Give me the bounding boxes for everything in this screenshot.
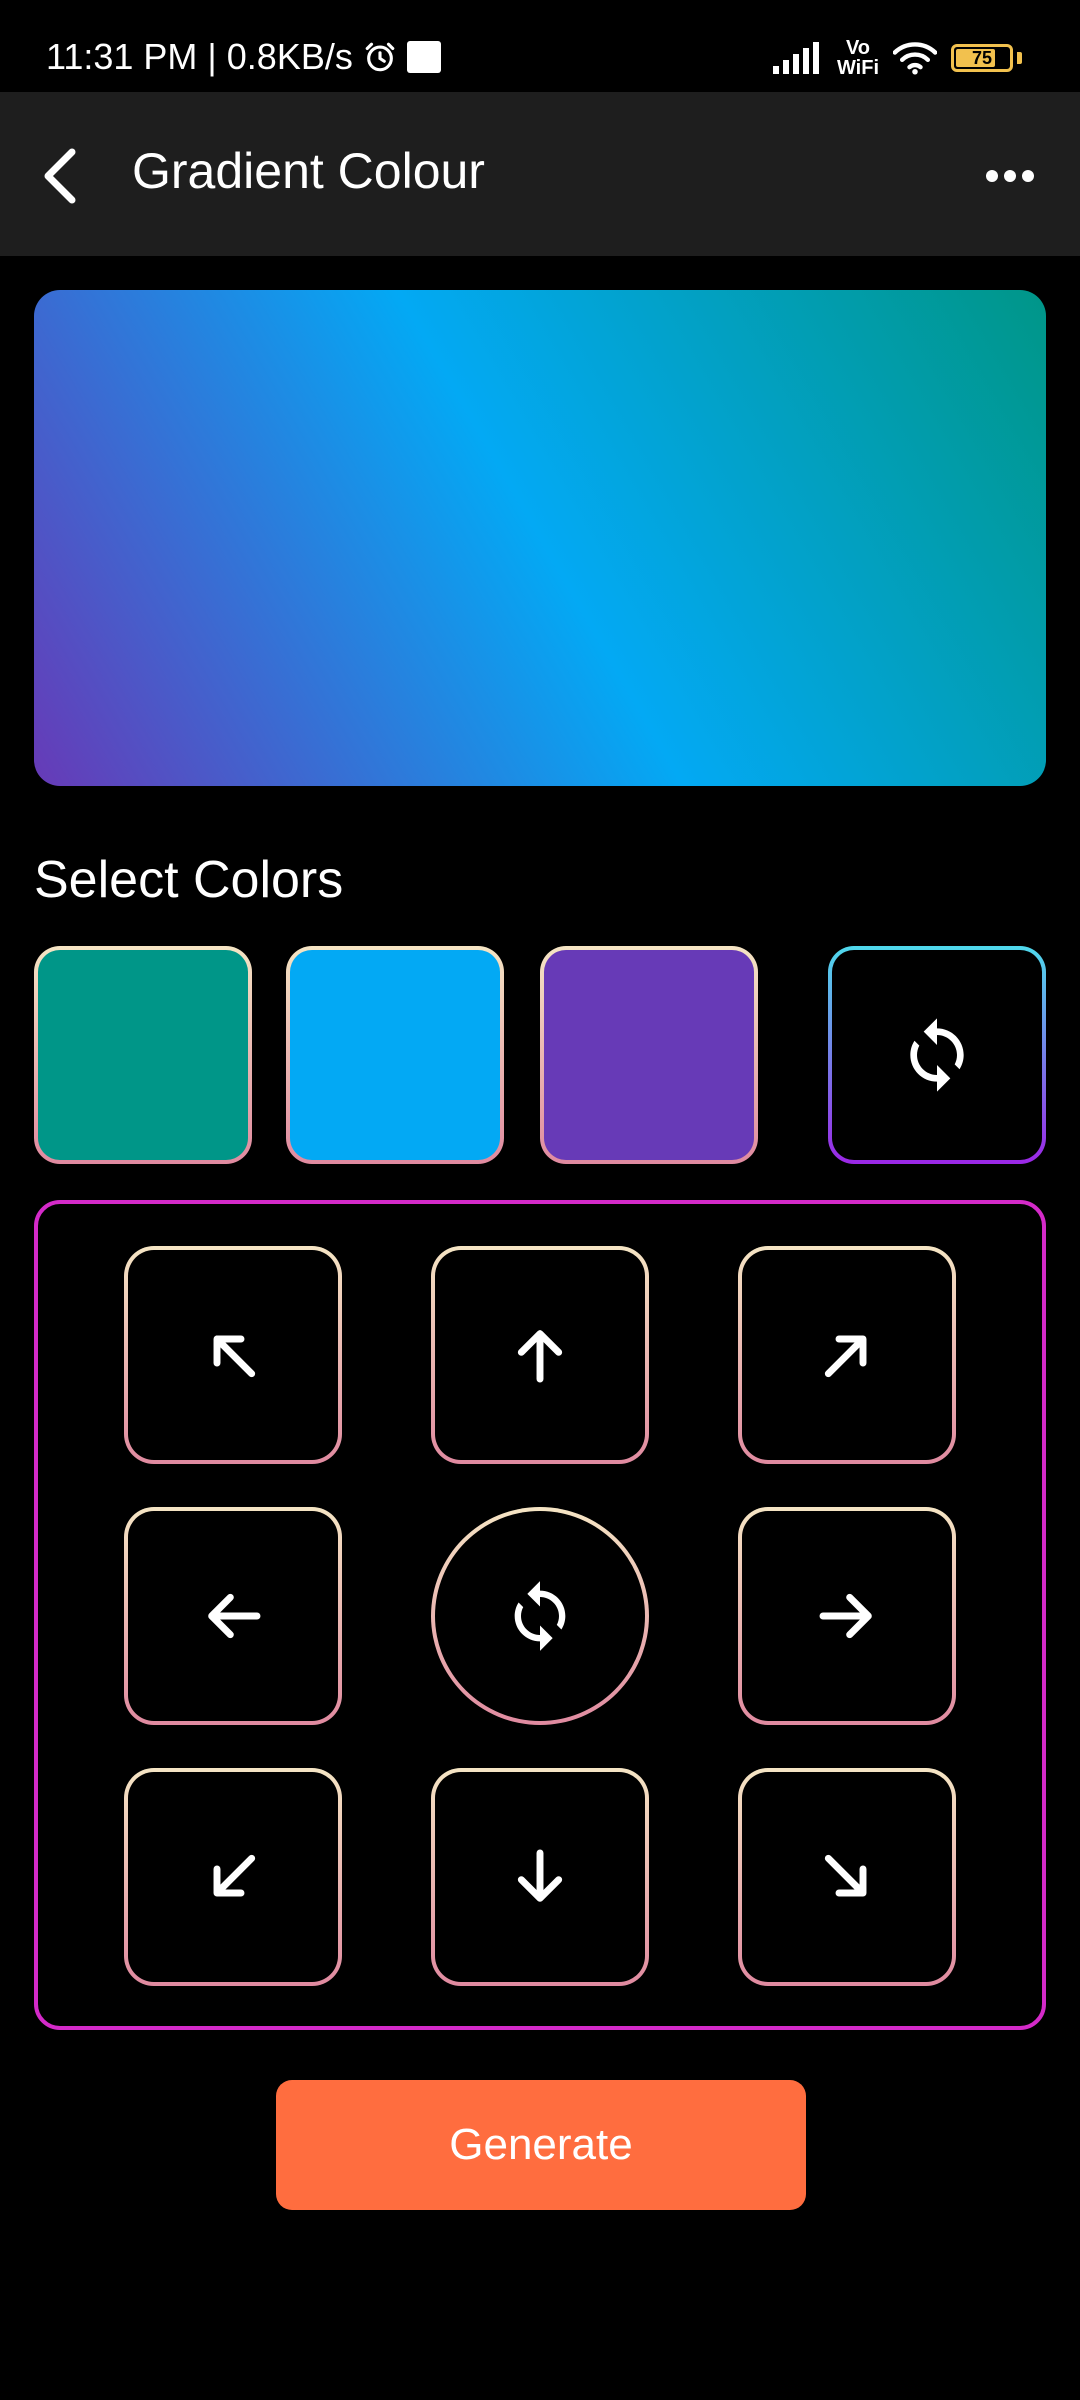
wifi-icon	[893, 42, 937, 75]
direction-top-left-button[interactable]	[124, 1246, 342, 1464]
color-swatch-2[interactable]	[286, 946, 504, 1164]
gradient-preview	[34, 290, 1046, 786]
shuffle-icon	[910, 1018, 964, 1092]
direction-bottom-right-inner	[742, 1772, 952, 1982]
signal-icon	[772, 42, 819, 74]
color-swatch-1[interactable]	[34, 946, 252, 1164]
app-bar: Gradient Colour	[0, 92, 1080, 256]
status-left: 11:31 PM | 0.8KB/s	[46, 36, 441, 78]
direction-left-button[interactable]	[124, 1507, 342, 1725]
direction-top-button[interactable]	[431, 1246, 649, 1464]
generate-button[interactable]: Generate	[276, 2080, 806, 2210]
color-swatch-1-fill	[38, 950, 248, 1160]
direction-top-right-inner	[742, 1250, 952, 1460]
direction-bottom-left-inner	[128, 1772, 338, 1982]
vowifi-bottom: WiFi	[836, 57, 879, 79]
direction-panel	[34, 1200, 1046, 2030]
color-swatch-3[interactable]	[540, 946, 758, 1164]
direction-center-button[interactable]	[431, 1507, 649, 1725]
direction-top-left-inner	[128, 1250, 338, 1460]
color-swatch-3-fill	[544, 950, 754, 1160]
direction-top-inner	[435, 1250, 645, 1460]
page-title: Gradient Colour	[132, 143, 485, 199]
vowifi-indicator: Vo WiFi	[837, 38, 879, 78]
arrow-left-icon	[208, 1593, 261, 1639]
arrow-up-left-icon	[213, 1335, 256, 1378]
direction-left-inner	[128, 1511, 338, 1721]
arrow-up-icon	[517, 1330, 563, 1383]
direction-bottom-left-button[interactable]	[124, 1768, 342, 1986]
direction-bottom-inner	[435, 1772, 645, 1982]
direction-right-inner	[742, 1511, 952, 1721]
back-button[interactable]	[24, 140, 96, 212]
direction-right-button[interactable]	[738, 1507, 956, 1725]
alarm-icon	[365, 42, 395, 72]
refresh-icon	[514, 1581, 566, 1651]
notification-icon	[406, 41, 441, 73]
shuffle-colors-inner	[832, 950, 1042, 1160]
color-swatch-2-fill	[290, 950, 500, 1160]
status-right: Vo WiFi 75	[772, 38, 1022, 78]
arrow-right-icon	[819, 1593, 872, 1639]
direction-bottom-button[interactable]	[431, 1768, 649, 1986]
arrow-down-icon	[517, 1849, 563, 1902]
direction-top-right-button[interactable]	[738, 1246, 956, 1464]
select-colors-title: Select Colors	[34, 851, 344, 909]
back-arrow-icon	[44, 148, 76, 204]
direction-bottom-right-button[interactable]	[738, 1768, 956, 1986]
battery-level: 75	[971, 47, 993, 68]
status-bar: 11:31 PM | 0.8KB/s Vo WiFi 75	[0, 0, 1080, 92]
shuffle-colors-button[interactable]	[828, 946, 1046, 1164]
arrow-down-left-icon	[213, 1854, 256, 1897]
status-time-speed: 11:31 PM | 0.8KB/s	[46, 36, 353, 77]
battery-tip	[1017, 52, 1022, 64]
battery-icon: 75	[951, 44, 1013, 72]
vowifi-top: Vo	[845, 37, 871, 59]
more-options-button[interactable]	[974, 140, 1046, 212]
arrow-up-right-icon	[824, 1335, 867, 1378]
direction-center-inner	[435, 1511, 645, 1721]
arrow-down-right-icon	[824, 1854, 867, 1897]
more-horizontal-icon	[986, 170, 1034, 182]
